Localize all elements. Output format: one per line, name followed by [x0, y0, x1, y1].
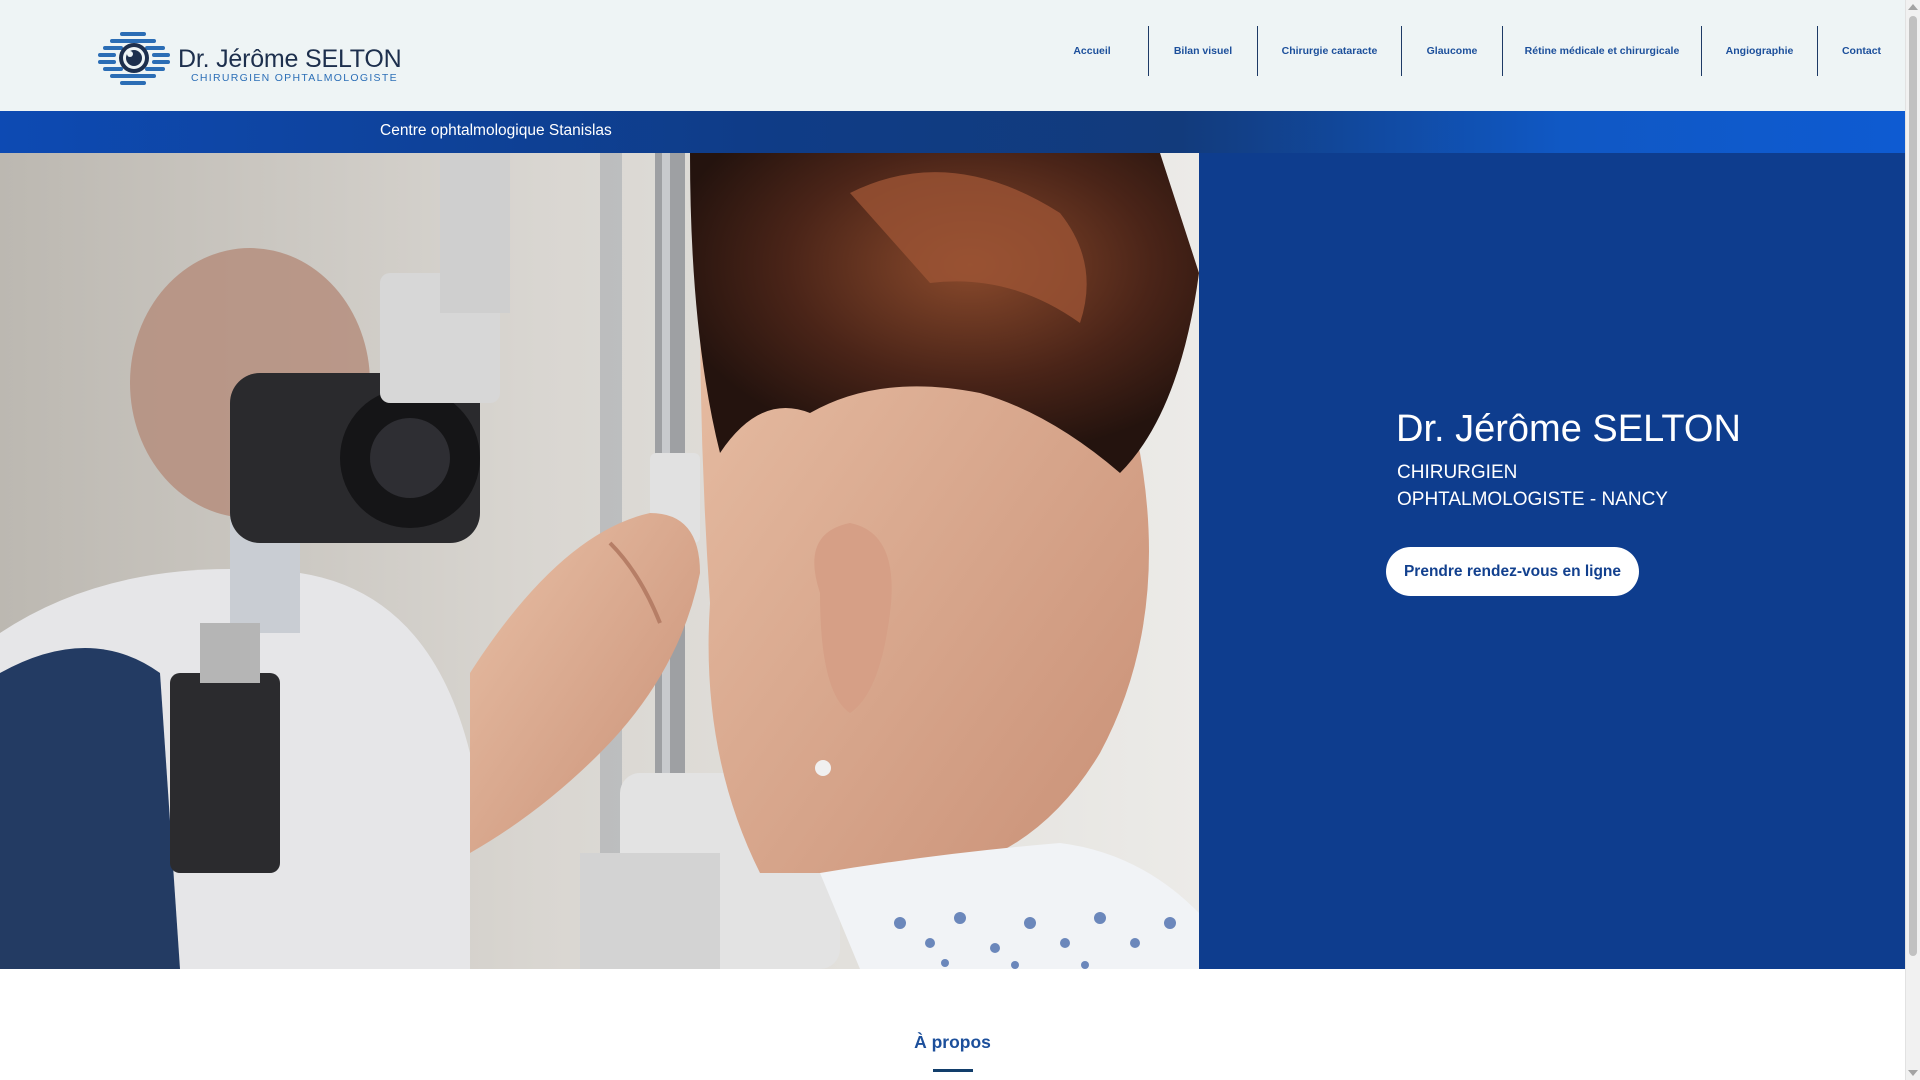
site-logo[interactable]: Dr. Jérôme SELTON CHIRURGIEN OPHTALMOLOG…	[98, 30, 402, 90]
about-underline	[933, 1069, 973, 1072]
eye-logo-icon	[98, 32, 170, 85]
nav-contact[interactable]: Contact	[1817, 26, 1905, 76]
about-heading: À propos	[914, 1032, 991, 1052]
hero-info-panel: Dr. Jérôme SELTON CHIRURGIEN OPHTALMOLOG…	[1199, 153, 1905, 969]
doctor-title: CHIRURGIEN OPHTALMOLOGISTE - NANCY	[1397, 459, 1668, 513]
nav-accueil[interactable]: Accueil	[1036, 26, 1148, 76]
hero-photo	[0, 153, 1199, 969]
nav-angiographie[interactable]: Angiographie	[1701, 26, 1817, 76]
centre-name: Centre ophtalmologique Stanislas	[380, 122, 612, 139]
main-nav: Accueil Bilan visuel Chirurgie cataracte…	[1036, 26, 1905, 76]
site-header: Dr. Jérôme SELTON CHIRURGIEN OPHTALMOLOG…	[0, 0, 1905, 111]
book-appointment-button[interactable]: Prendre rendez-vous en ligne	[1386, 547, 1639, 596]
logo-subtitle: CHIRURGIEN OPHTALMOLOGISTE	[191, 72, 398, 84]
nav-chirurgie-cataracte[interactable]: Chirurgie cataracte	[1257, 26, 1401, 76]
doctor-title-line1: CHIRURGIEN	[1397, 462, 1518, 483]
hero-photo-illustration	[0, 153, 1199, 969]
doctor-title-line2: OPHTALMOLOGISTE - NANCY	[1397, 489, 1668, 510]
nav-glaucome[interactable]: Glaucome	[1401, 26, 1502, 76]
blue-banner-strip: Centre ophtalmologique Stanislas	[0, 111, 1905, 153]
logo-name: Dr. Jérôme SELTON	[178, 45, 402, 73]
scrollbar-thumb[interactable]	[1909, 16, 1917, 956]
doctor-name: Dr. Jérôme SELTON	[1396, 408, 1741, 450]
scroll-down-arrow-icon[interactable]	[1908, 1070, 1918, 1076]
page-scrollbar[interactable]	[1905, 0, 1920, 1080]
nav-retine[interactable]: Rétine médicale et chirurgicale	[1502, 26, 1701, 76]
nav-bilan-visuel[interactable]: Bilan visuel	[1148, 26, 1257, 76]
scroll-up-arrow-icon[interactable]	[1908, 4, 1918, 10]
